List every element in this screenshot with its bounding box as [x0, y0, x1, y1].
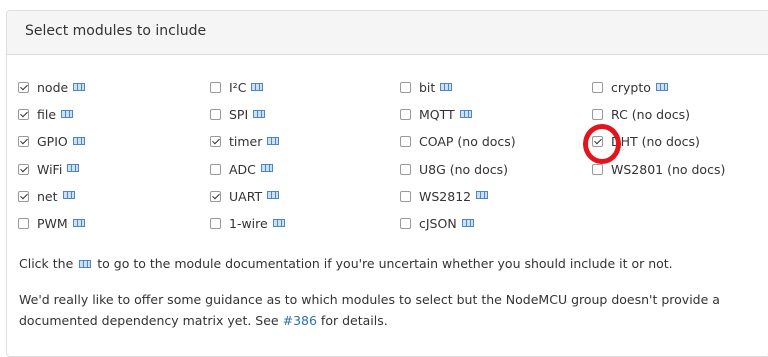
module-checkbox[interactable] — [592, 109, 603, 121]
module-label[interactable]: DHT (no docs) — [611, 134, 700, 149]
module-option[interactable]: cJSON — [400, 210, 592, 237]
module-option[interactable]: bit — [400, 74, 592, 101]
module-label[interactable]: ADC — [229, 162, 256, 177]
module-label[interactable]: WiFi — [37, 162, 62, 177]
module-label[interactable]: WS2801 (no docs) — [611, 162, 725, 177]
module-label[interactable]: timer — [229, 134, 262, 149]
module-label[interactable]: bit — [419, 80, 435, 95]
book-icon[interactable] — [272, 218, 285, 227]
module-checkbox[interactable] — [400, 109, 411, 121]
module-option[interactable]: GPIO — [18, 128, 210, 155]
module-checkbox[interactable] — [592, 163, 603, 175]
module-checkbox[interactable] — [592, 136, 603, 148]
module-checkbox[interactable] — [400, 163, 411, 175]
module-option[interactable]: timer — [210, 128, 400, 155]
module-checkbox[interactable] — [210, 82, 221, 94]
module-checkbox[interactable] — [400, 136, 411, 148]
module-option[interactable]: DHT (no docs) — [592, 128, 768, 155]
module-checkbox[interactable] — [18, 190, 29, 202]
module-label[interactable]: SPI — [229, 107, 248, 122]
module-label[interactable]: crypto — [611, 80, 651, 95]
guidance-text: We'd really like to offer some guidance … — [19, 289, 749, 331]
book-icon[interactable] — [459, 109, 472, 118]
book-icon[interactable] — [61, 109, 74, 118]
module-label[interactable]: U8G (no docs) — [419, 162, 508, 177]
module-option[interactable]: 1-wire — [210, 210, 400, 237]
book-icon[interactable] — [67, 164, 80, 173]
doc-hint-text: Click the to go to the module documentat… — [19, 256, 673, 271]
panel-title: Select modules to include — [7, 11, 768, 55]
module-checkbox[interactable] — [210, 109, 221, 121]
module-label[interactable]: UART — [229, 189, 262, 204]
module-option — [592, 210, 768, 237]
module-checkbox[interactable] — [18, 218, 29, 230]
book-icon[interactable] — [267, 136, 280, 145]
module-checkbox[interactable] — [18, 82, 29, 94]
module-checkbox[interactable] — [400, 190, 411, 202]
book-icon[interactable] — [260, 164, 273, 173]
module-checkbox[interactable] — [210, 136, 221, 148]
module-option[interactable]: SPI — [210, 101, 400, 128]
book-icon[interactable] — [72, 136, 85, 145]
book-icon[interactable] — [476, 191, 489, 200]
guidance-after: for details. — [320, 313, 388, 328]
module-option[interactable]: ADC — [210, 156, 400, 183]
module-label[interactable]: WS2812 — [419, 189, 471, 204]
module-checkbox[interactable] — [210, 190, 221, 202]
module-label[interactable]: GPIO — [37, 134, 68, 149]
book-icon[interactable] — [73, 82, 86, 91]
module-option[interactable]: PWM — [18, 210, 210, 237]
module-label[interactable]: I²C — [229, 80, 246, 95]
module-option[interactable]: RC (no docs) — [592, 101, 768, 128]
module-option[interactable]: UART — [210, 183, 400, 210]
module-option[interactable]: crypto — [592, 74, 768, 101]
book-icon[interactable] — [461, 218, 474, 227]
module-option[interactable]: file — [18, 101, 210, 128]
module-checkbox[interactable] — [18, 163, 29, 175]
module-option[interactable]: WS2801 (no docs) — [592, 156, 768, 183]
module-option[interactable]: node — [18, 74, 210, 101]
module-checkbox[interactable] — [592, 82, 603, 94]
module-grid: node I²C bit crypto file SPI MQTT RC (no docs) G… — [18, 74, 768, 237]
module-option[interactable]: net — [18, 183, 210, 210]
book-icon[interactable] — [62, 191, 75, 200]
module-checkbox[interactable] — [210, 163, 221, 175]
module-label[interactable]: cJSON — [419, 216, 457, 231]
book-icon[interactable] — [72, 218, 85, 227]
issue-386-link[interactable]: #386 — [283, 313, 317, 328]
module-option[interactable]: I²C — [210, 74, 400, 101]
book-icon[interactable] — [253, 109, 266, 118]
book-icon[interactable] — [440, 82, 453, 91]
module-option[interactable]: COAP (no docs) — [400, 128, 592, 155]
module-label[interactable]: file — [37, 107, 56, 122]
book-icon — [79, 260, 92, 268]
module-label[interactable]: 1-wire — [229, 216, 268, 231]
book-icon[interactable] — [267, 191, 280, 200]
module-option[interactable]: WS2812 — [400, 183, 592, 210]
module-checkbox[interactable] — [18, 136, 29, 148]
module-label[interactable]: node — [37, 80, 68, 95]
module-label[interactable]: net — [37, 189, 58, 204]
module-label[interactable]: RC (no docs) — [611, 107, 690, 122]
doc-hint-before: Click the — [19, 256, 74, 271]
book-icon[interactable] — [251, 82, 264, 91]
module-option[interactable]: MQTT — [400, 101, 592, 128]
book-icon[interactable] — [655, 82, 668, 91]
doc-hint-after: to go to the module documentation if you… — [97, 256, 673, 271]
module-option[interactable]: U8G (no docs) — [400, 156, 592, 183]
module-checkbox[interactable] — [400, 218, 411, 230]
module-checkbox[interactable] — [400, 82, 411, 94]
module-label[interactable]: PWM — [37, 216, 68, 231]
module-label[interactable]: MQTT — [419, 107, 455, 122]
module-option[interactable]: WiFi — [18, 156, 210, 183]
module-checkbox[interactable] — [18, 109, 29, 121]
module-option — [592, 183, 768, 210]
module-checkbox[interactable] — [210, 218, 221, 230]
module-label[interactable]: COAP (no docs) — [419, 134, 516, 149]
